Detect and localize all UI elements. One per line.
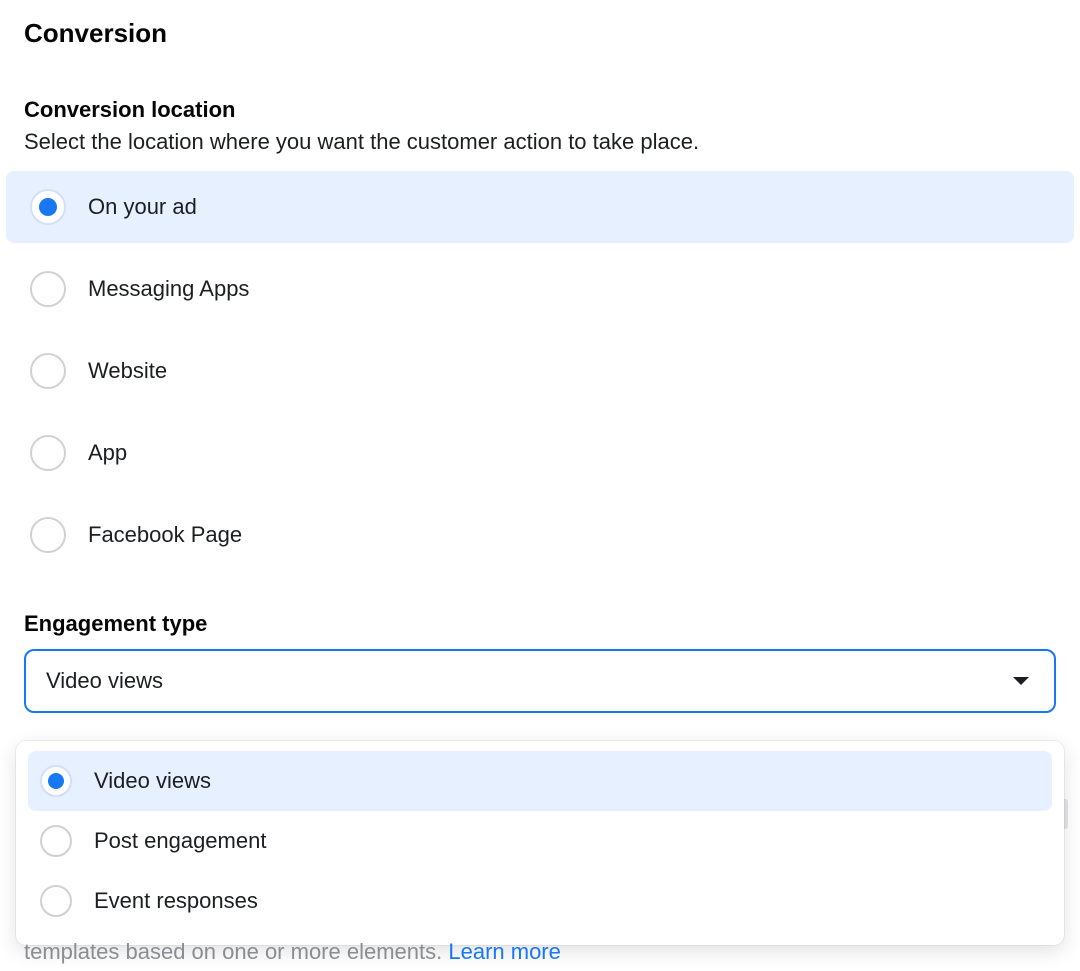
radio-label: On your ad — [88, 194, 197, 220]
engagement-type-option-video-views[interactable]: Video views — [28, 751, 1052, 811]
radio-icon — [30, 435, 66, 471]
engagement-type-dropdown-menu: Video views Post engagement Event respon… — [16, 741, 1064, 945]
scrollbar-hint — [1058, 799, 1068, 829]
engagement-type-section: Engagement type Video views — [24, 611, 1056, 713]
conversion-location-option-app[interactable]: App — [6, 417, 1074, 489]
radio-label: Messaging Apps — [88, 276, 249, 302]
engagement-type-title: Engagement type — [24, 611, 1056, 637]
conversion-location-option-messaging-apps[interactable]: Messaging Apps — [6, 253, 1074, 325]
menu-label: Event responses — [94, 888, 258, 914]
radio-label: Website — [88, 358, 167, 384]
radio-icon — [30, 271, 66, 307]
conversion-panel: Conversion Conversion location Select th… — [0, 0, 1080, 971]
radio-icon — [40, 825, 72, 857]
radio-icon — [30, 517, 66, 553]
menu-label: Video views — [94, 768, 211, 794]
conversion-location-option-on-your-ad[interactable]: On your ad — [6, 171, 1074, 243]
engagement-type-option-post-engagement[interactable]: Post engagement — [28, 811, 1052, 871]
radio-icon — [30, 189, 66, 225]
engagement-type-dropdown[interactable]: Video views — [24, 649, 1056, 713]
caret-down-icon — [1012, 675, 1030, 687]
conversion-location-options: On your ad Messaging Apps Website App Fa… — [0, 171, 1080, 571]
menu-label: Post engagement — [94, 828, 266, 854]
section-title: Conversion — [24, 18, 1080, 49]
radio-icon — [30, 353, 66, 389]
engagement-type-selected-value: Video views — [46, 668, 163, 694]
truncated-help-text: templates based on one or more elements.… — [24, 939, 1056, 965]
learn-more-link[interactable]: Learn more — [448, 939, 561, 964]
conversion-location-option-facebook-page[interactable]: Facebook Page — [6, 499, 1074, 571]
conversion-location-title: Conversion location — [24, 97, 1080, 123]
conversion-location-option-website[interactable]: Website — [6, 335, 1074, 407]
radio-label: App — [88, 440, 127, 466]
radio-icon — [40, 765, 72, 797]
engagement-type-option-event-responses[interactable]: Event responses — [28, 871, 1052, 931]
conversion-location-description: Select the location where you want the c… — [24, 129, 1080, 155]
truncated-text-prefix: templates based on one or more elements. — [24, 939, 448, 964]
radio-icon — [40, 885, 72, 917]
radio-label: Facebook Page — [88, 522, 242, 548]
